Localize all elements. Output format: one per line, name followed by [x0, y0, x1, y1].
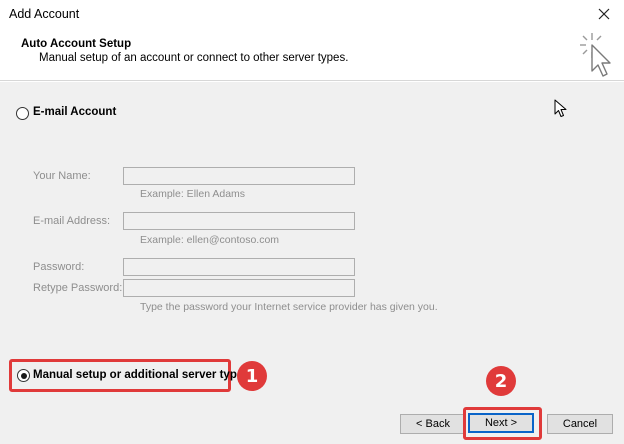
password-hint: Type the password your Internet service …: [140, 301, 438, 313]
header-subtitle: Manual setup of an account or connect to…: [39, 52, 349, 64]
header-title: Auto Account Setup: [21, 38, 132, 50]
email-address-label: E-mail Address:: [33, 215, 111, 227]
annotation-badge-2: 2: [486, 366, 516, 396]
email-address-field[interactable]: [123, 212, 355, 230]
title-bar: Add Account: [0, 0, 624, 28]
your-name-field[interactable]: [123, 167, 355, 185]
close-button[interactable]: [584, 0, 624, 28]
wizard-cursor-icon: [580, 33, 611, 77]
email-account-radio[interactable]: [16, 107, 29, 120]
password-label: Password:: [33, 261, 85, 273]
window-title: Add Account: [9, 7, 80, 21]
retype-password-field[interactable]: [123, 279, 355, 297]
email-address-hint: Example: ellen@contoso.com: [140, 234, 280, 246]
mouse-pointer-icon: [554, 99, 567, 117]
content-area: E-mail Account Your Name: Example: Ellen…: [0, 82, 624, 406]
your-name-hint: Example: Ellen Adams: [140, 188, 246, 200]
next-button[interactable]: Next >: [468, 413, 534, 433]
cancel-button[interactable]: Cancel: [547, 414, 613, 434]
your-name-label: Your Name:: [33, 170, 91, 182]
retype-password-label: Retype Password:: [33, 282, 123, 294]
manual-setup-radio[interactable]: [17, 369, 30, 382]
annotation-badge-1: 1: [237, 361, 267, 391]
footer: < Back Next > Cancel: [0, 406, 624, 444]
wizard-header: Auto Account Setup Manual setup of an ac…: [0, 28, 624, 81]
manual-setup-label[interactable]: Manual setup or additional server types: [33, 369, 250, 381]
email-account-label[interactable]: E-mail Account: [33, 106, 116, 118]
password-field[interactable]: [123, 258, 355, 276]
back-button[interactable]: < Back: [400, 414, 466, 434]
close-icon: [598, 8, 610, 20]
